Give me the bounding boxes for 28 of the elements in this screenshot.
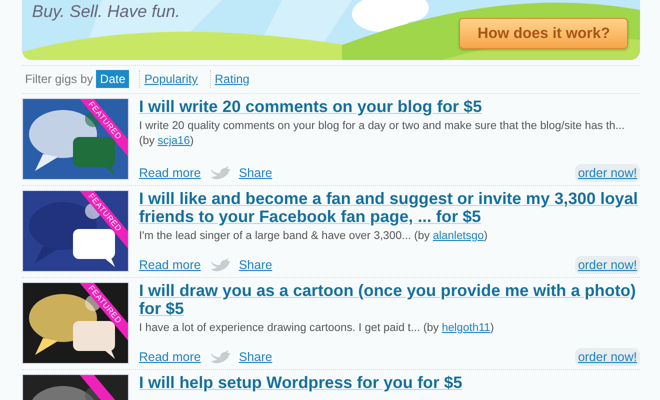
share-link[interactable]: Share — [238, 258, 272, 272]
bird-icon — [208, 165, 231, 181]
read-more-link[interactable]: Read more — [139, 350, 201, 364]
bird-icon — [208, 349, 231, 365]
read-more-link[interactable]: Read more — [139, 258, 201, 272]
filter-option[interactable]: Rating — [210, 70, 254, 88]
filter-option[interactable]: Date — [96, 70, 130, 88]
filter-label: Filter gigs by — [25, 72, 94, 86]
gig-title[interactable]: I will draw you as a cartoon (once you provide me with a photo) for $5 — [139, 282, 640, 318]
how-it-works-button[interactable]: How does it work? — [459, 18, 628, 49]
gig-title[interactable]: I will help setup Wordpress for you for $5 — [139, 374, 640, 392]
gig-description: I write 20 quality comments on your blog for a day or two and make sure that the blog/site has th... (by scja16) — [139, 119, 626, 149]
order-now-button[interactable]: order now! — [574, 256, 640, 274]
filter-option[interactable]: Popularity — [139, 70, 202, 88]
share-link[interactable]: Share — [238, 166, 272, 180]
tagline: Buy. Sell. Have fun. — [32, 2, 180, 22]
bird-icon — [208, 257, 231, 273]
order-now-button[interactable]: order now! — [574, 164, 640, 182]
author-link[interactable]: scja16 — [158, 135, 190, 147]
gig-title[interactable]: I will write 20 comments on your blog for $5 — [139, 98, 640, 116]
gig-description: I'm the lead singer of a large band & have over 3,300... (by alanletsgo) — [139, 229, 489, 244]
author-link[interactable]: helgoth11 — [442, 322, 490, 334]
gig-title[interactable]: I will like and become a fan and suggest or invite my 3,300 loyal friends to your Facebook fan page, ... for $5 — [139, 190, 640, 226]
author-link[interactable]: alanletsgo — [432, 230, 484, 242]
gig-description: I have a lot of experience drawing cartoons. I get paid t... (by helgoth11) — [139, 321, 495, 336]
read-more-link[interactable]: Read more — [139, 166, 201, 180]
order-now-button[interactable]: order now! — [574, 348, 640, 366]
share-link[interactable]: Share — [238, 350, 272, 364]
